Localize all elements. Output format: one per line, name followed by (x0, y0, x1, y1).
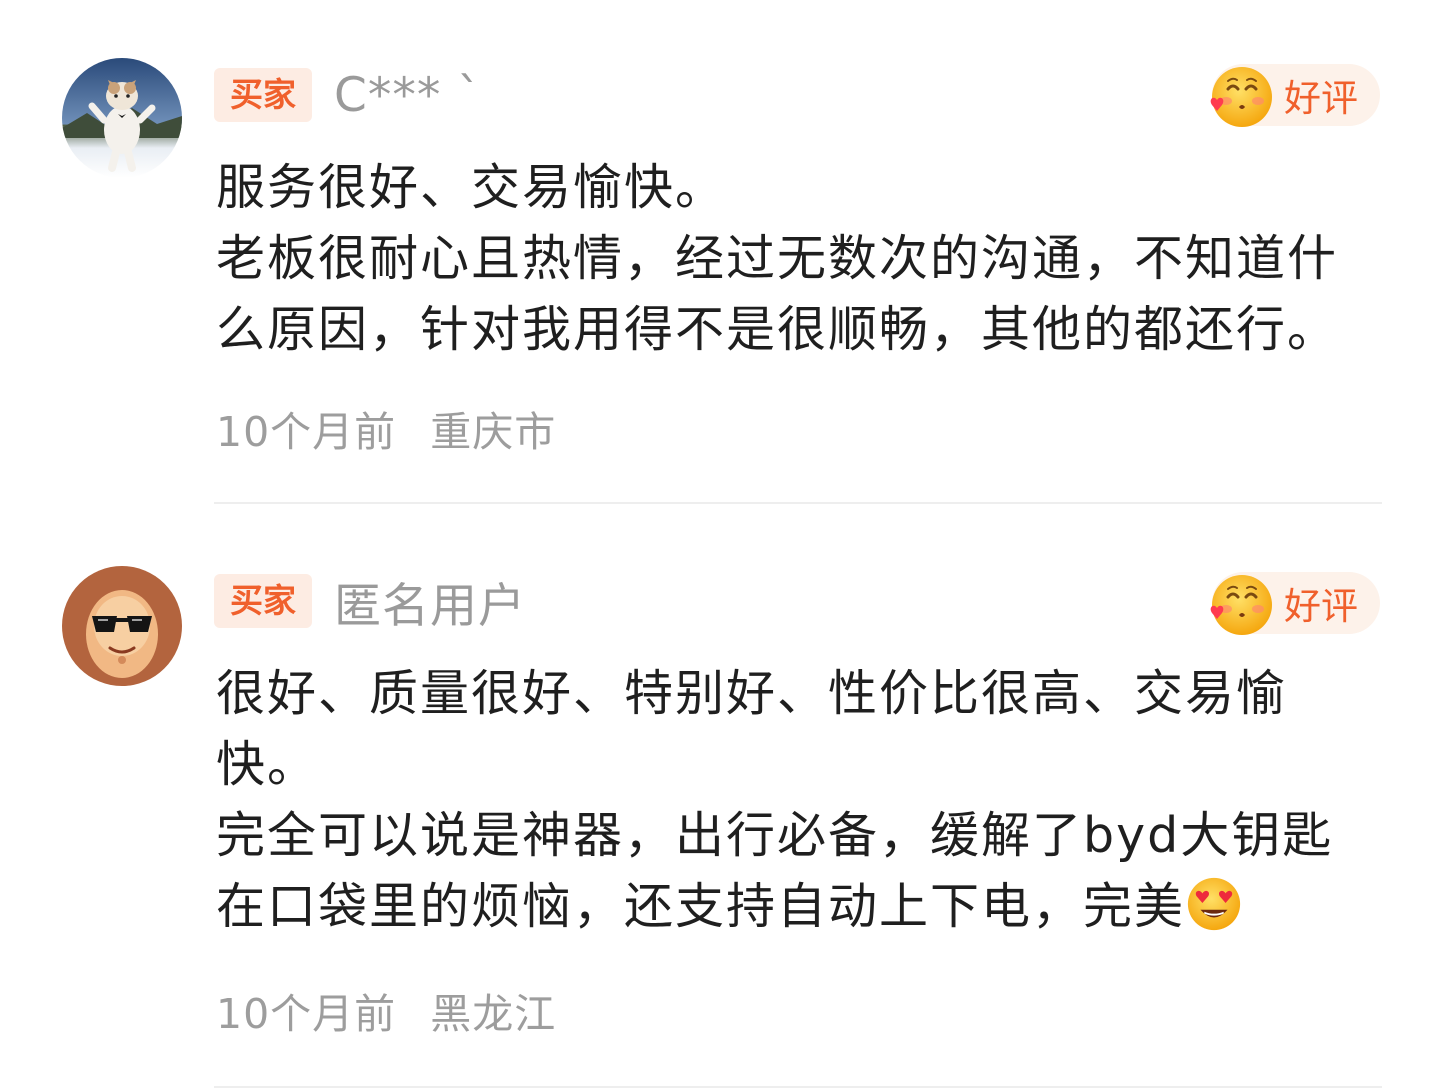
user-avatar[interactable] (62, 566, 182, 686)
rating-badge: 好评 (1210, 572, 1380, 635)
review-time: 10个月前 (216, 990, 397, 1038)
buyer-tag: 买家 (214, 574, 312, 628)
review-location: 重庆市 (430, 408, 557, 456)
review-text-main: 很好、质量很好、特别好、性价比很高、交易愉 快。 完全可以说是神器，出行必备，缓… (216, 665, 1334, 935)
cat-photo-avatar (62, 58, 182, 178)
rating-badge: 好评 (1210, 64, 1380, 127)
username[interactable]: C*** ` (334, 68, 482, 123)
user-avatar[interactable] (62, 58, 182, 178)
review-header: 买家 匿名用户 (214, 572, 526, 634)
review-text: 服务很好、交易愉快。 老板很耐心且热情，经过无数次的沟通，不知道什 么原因，针对… (216, 159, 1339, 358)
blushing-face-icon (1210, 67, 1272, 127)
review-text: 很好、质量很好、特别好、性价比很高、交易愉 快。 完全可以说是神器，出行必备，缓… (216, 658, 1396, 942)
username[interactable]: 匿名用户 (334, 567, 526, 636)
review-header: 买家 C*** ` (214, 66, 482, 124)
blushing-face-icon (1210, 575, 1272, 635)
review-location: 黑龙江 (430, 990, 557, 1038)
heart-eyes-emoji (1187, 877, 1241, 931)
divider (214, 1086, 1382, 1088)
review-meta: 10个月前 黑龙江 (216, 980, 556, 1040)
review-meta: 10个月前 重庆市 (216, 398, 556, 458)
divider (214, 502, 1382, 504)
review-time: 10个月前 (216, 408, 397, 456)
sunglasses-character-avatar (62, 566, 182, 686)
rating-label: 好评 (1284, 77, 1358, 120)
rating-label: 好评 (1284, 585, 1358, 628)
buyer-tag: 买家 (214, 68, 312, 122)
